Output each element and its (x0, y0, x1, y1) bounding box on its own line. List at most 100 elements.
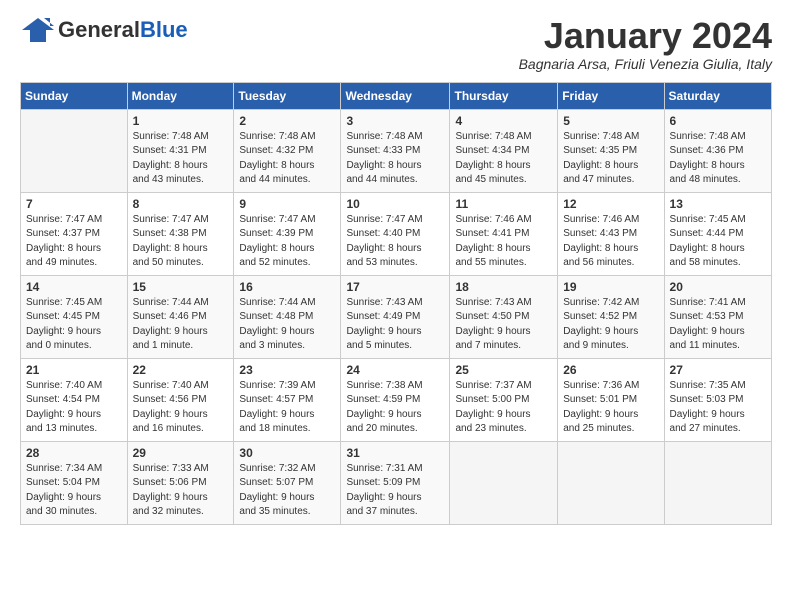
week-row-2: 7Sunrise: 7:47 AM Sunset: 4:37 PM Daylig… (21, 192, 772, 275)
header-day-tuesday: Tuesday (234, 82, 341, 109)
title-area: January 2024 Bagnaria Arsa, Friuli Venez… (519, 16, 772, 72)
day-number: 17 (346, 280, 444, 294)
calendar-cell: 4Sunrise: 7:48 AM Sunset: 4:34 PM Daylig… (450, 109, 558, 192)
header-day-saturday: Saturday (664, 82, 771, 109)
header-day-friday: Friday (558, 82, 664, 109)
calendar-cell: 8 Sunrise: 7:47 AM Sunset: 4:38 PM Daylig… (127, 192, 234, 275)
calendar-cell (21, 109, 128, 192)
day-info: Sunrise: 7:48 AM Sunset: 4:34 PM Dayligh… (455, 130, 552, 188)
day-number: 14 (26, 280, 122, 294)
day-info: Sunrise: 7:40 AM Sunset: 4:56 PM Dayligh… (133, 379, 229, 437)
day-number: 1 (133, 114, 229, 128)
day-info: Sunrise: 7:45 AM Sunset: 4:45 PM Dayligh… (26, 296, 122, 354)
calendar-cell: 2 Sunrise: 7:48 AM Sunset: 4:32 PM Daylig… (234, 109, 341, 192)
header-day-sunday: Sunday (21, 82, 128, 109)
calendar-cell: 31 Sunrise: 7:31 AM Sunset: 5:09 PM Dayli… (341, 441, 450, 524)
day-info: Sunrise: 7:47 AM Sunset: 4:38 PM Dayligh… (133, 213, 229, 271)
week-row-1: 1 Sunrise: 7:48 AM Sunset: 4:31 PM Daylig… (21, 109, 772, 192)
day-info: Sunrise: 7:31 AM Sunset: 5:09 PM Dayligh… (346, 462, 444, 520)
day-number: 8 (133, 197, 229, 211)
day-info: Sunrise: 7:41 AM Sunset: 4:53 PM Dayligh… (670, 296, 766, 354)
day-info: Sunrise: 7:48 AM Sunset: 4:32 PM Dayligh… (239, 130, 335, 188)
day-info: Sunrise: 7:33 AM Sunset: 5:06 PM Dayligh… (133, 462, 229, 520)
calendar-cell: 18Sunrise: 7:43 AM Sunset: 4:50 PM Dayli… (450, 275, 558, 358)
calendar-cell: 27 Sunrise: 7:35 AM Sunset: 5:03 PM Dayli… (664, 358, 771, 441)
day-number: 6 (670, 114, 766, 128)
day-info: Sunrise: 7:46 AM Sunset: 4:41 PM Dayligh… (455, 213, 552, 271)
header-row: SundayMondayTuesdayWednesdayThursdayFrid… (21, 82, 772, 109)
day-number: 31 (346, 446, 444, 460)
day-info: Sunrise: 7:47 AM Sunset: 4:39 PM Dayligh… (239, 213, 335, 271)
day-info: Sunrise: 7:44 AM Sunset: 4:46 PM Dayligh… (133, 296, 229, 354)
day-number: 30 (239, 446, 335, 460)
calendar-cell: 13Sunrise: 7:45 AM Sunset: 4:44 PM Dayli… (664, 192, 771, 275)
calendar-cell: 5Sunrise: 7:48 AM Sunset: 4:35 PM Daylig… (558, 109, 664, 192)
month-title: January 2024 (519, 16, 772, 56)
day-info: Sunrise: 7:36 AM Sunset: 5:01 PM Dayligh… (563, 379, 658, 437)
calendar-cell: 7Sunrise: 7:47 AM Sunset: 4:37 PM Daylig… (21, 192, 128, 275)
calendar-cell: 26 Sunrise: 7:36 AM Sunset: 5:01 PM Dayli… (558, 358, 664, 441)
day-number: 9 (239, 197, 335, 211)
day-info: Sunrise: 7:35 AM Sunset: 5:03 PM Dayligh… (670, 379, 766, 437)
calendar-cell: 9 Sunrise: 7:47 AM Sunset: 4:39 PM Daylig… (234, 192, 341, 275)
calendar-cell: 19 Sunrise: 7:42 AM Sunset: 4:52 PM Dayli… (558, 275, 664, 358)
calendar-cell: 11 Sunrise: 7:46 AM Sunset: 4:41 PM Dayli… (450, 192, 558, 275)
day-number: 2 (239, 114, 335, 128)
logo-icon (20, 16, 54, 44)
day-number: 22 (133, 363, 229, 377)
location-subtitle: Bagnaria Arsa, Friuli Venezia Giulia, It… (519, 56, 772, 72)
day-number: 15 (133, 280, 229, 294)
calendar-cell: 12 Sunrise: 7:46 AM Sunset: 4:43 PM Dayli… (558, 192, 664, 275)
calendar-cell: 6 Sunrise: 7:48 AM Sunset: 4:36 PM Daylig… (664, 109, 771, 192)
calendar-cell: 17Sunrise: 7:43 AM Sunset: 4:49 PM Dayli… (341, 275, 450, 358)
day-number: 21 (26, 363, 122, 377)
day-info: Sunrise: 7:48 AM Sunset: 4:35 PM Dayligh… (563, 130, 658, 188)
day-info: Sunrise: 7:47 AM Sunset: 4:40 PM Dayligh… (346, 213, 444, 271)
calendar-cell (450, 441, 558, 524)
calendar-cell: 15 Sunrise: 7:44 AM Sunset: 4:46 PM Dayli… (127, 275, 234, 358)
calendar-cell: 28Sunrise: 7:34 AM Sunset: 5:04 PM Dayli… (21, 441, 128, 524)
calendar-cell: 10Sunrise: 7:47 AM Sunset: 4:40 PM Dayli… (341, 192, 450, 275)
day-number: 29 (133, 446, 229, 460)
logo-area: GeneralBlue (20, 16, 188, 44)
day-number: 16 (239, 280, 335, 294)
calendar-cell: 14 Sunrise: 7:45 AM Sunset: 4:45 PM Dayli… (21, 275, 128, 358)
calendar-body: 1 Sunrise: 7:48 AM Sunset: 4:31 PM Daylig… (21, 109, 772, 524)
calendar-cell: 1 Sunrise: 7:48 AM Sunset: 4:31 PM Daylig… (127, 109, 234, 192)
day-info: Sunrise: 7:42 AM Sunset: 4:52 PM Dayligh… (563, 296, 658, 354)
logo-wrapper: GeneralBlue (20, 16, 188, 44)
day-number: 27 (670, 363, 766, 377)
day-info: Sunrise: 7:38 AM Sunset: 4:59 PM Dayligh… (346, 379, 444, 437)
calendar-cell: 23Sunrise: 7:39 AM Sunset: 4:57 PM Dayli… (234, 358, 341, 441)
calendar-cell (664, 441, 771, 524)
header-day-thursday: Thursday (450, 82, 558, 109)
day-info: Sunrise: 7:37 AM Sunset: 5:00 PM Dayligh… (455, 379, 552, 437)
week-row-5: 28Sunrise: 7:34 AM Sunset: 5:04 PM Dayli… (21, 441, 772, 524)
day-info: Sunrise: 7:48 AM Sunset: 4:36 PM Dayligh… (670, 130, 766, 188)
logo-text: GeneralBlue (58, 18, 188, 42)
calendar-header: SundayMondayTuesdayWednesdayThursdayFrid… (21, 82, 772, 109)
calendar-cell: 24Sunrise: 7:38 AM Sunset: 4:59 PM Dayli… (341, 358, 450, 441)
day-number: 11 (455, 197, 552, 211)
day-info: Sunrise: 7:43 AM Sunset: 4:50 PM Dayligh… (455, 296, 552, 354)
day-number: 12 (563, 197, 658, 211)
calendar-cell: 25 Sunrise: 7:37 AM Sunset: 5:00 PM Dayli… (450, 358, 558, 441)
day-info: Sunrise: 7:48 AM Sunset: 4:33 PM Dayligh… (346, 130, 444, 188)
day-info: Sunrise: 7:48 AM Sunset: 4:31 PM Dayligh… (133, 130, 229, 188)
calendar-cell: 16 Sunrise: 7:44 AM Sunset: 4:48 PM Dayli… (234, 275, 341, 358)
day-info: Sunrise: 7:40 AM Sunset: 4:54 PM Dayligh… (26, 379, 122, 437)
week-row-4: 21 Sunrise: 7:40 AM Sunset: 4:54 PM Dayli… (21, 358, 772, 441)
calendar-cell: 3Sunrise: 7:48 AM Sunset: 4:33 PM Daylig… (341, 109, 450, 192)
day-number: 26 (563, 363, 658, 377)
day-info: Sunrise: 7:46 AM Sunset: 4:43 PM Dayligh… (563, 213, 658, 271)
day-info: Sunrise: 7:44 AM Sunset: 4:48 PM Dayligh… (239, 296, 335, 354)
day-number: 25 (455, 363, 552, 377)
day-number: 19 (563, 280, 658, 294)
header-day-monday: Monday (127, 82, 234, 109)
day-info: Sunrise: 7:32 AM Sunset: 5:07 PM Dayligh… (239, 462, 335, 520)
day-info: Sunrise: 7:39 AM Sunset: 4:57 PM Dayligh… (239, 379, 335, 437)
day-number: 7 (26, 197, 122, 211)
day-number: 28 (26, 446, 122, 460)
calendar-table: SundayMondayTuesdayWednesdayThursdayFrid… (20, 82, 772, 525)
calendar-cell: 21 Sunrise: 7:40 AM Sunset: 4:54 PM Dayli… (21, 358, 128, 441)
